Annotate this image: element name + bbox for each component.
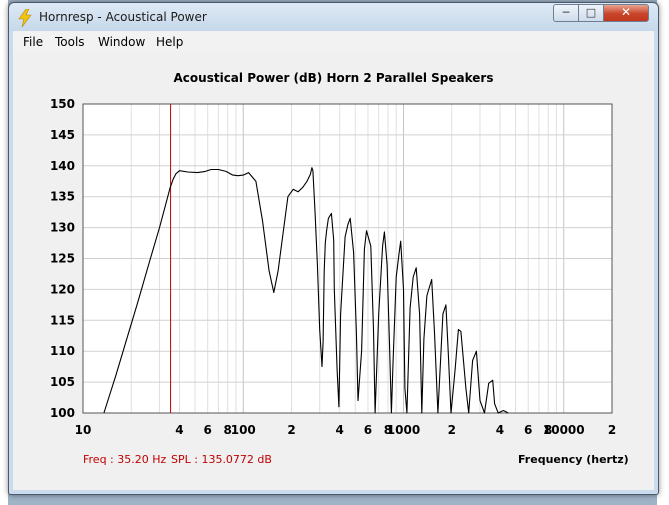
y-tick-label: 110	[50, 344, 75, 358]
y-tick-label: 150	[50, 97, 75, 111]
x-tick-label: 6	[364, 423, 372, 437]
y-tick-label: 120	[50, 282, 75, 296]
close-button[interactable]: ✕	[603, 4, 649, 22]
x-tick-label: 2	[287, 423, 295, 437]
x-tick-label: 2	[448, 423, 456, 437]
maximize-button[interactable]: □	[578, 4, 604, 22]
y-tick-label: 125	[50, 252, 75, 266]
x-tick-label: 2	[608, 423, 616, 437]
spl-readout: SPL : 135.0772 dB	[171, 453, 272, 466]
y-tick-label: 100	[50, 406, 75, 420]
title-bar[interactable]: Hornresp - Acoustical Power ─ □ ✕	[9, 3, 658, 31]
x-axis-label: Frequency (hertz)	[518, 453, 629, 466]
x-tick-label: 6	[524, 423, 532, 437]
minimize-button[interactable]: ─	[553, 4, 579, 22]
lightning-bolt-icon	[18, 9, 32, 27]
x-tick-label: 10000	[543, 423, 585, 437]
x-tick-label: 4	[496, 423, 504, 437]
y-tick-label: 105	[50, 375, 75, 389]
menu-file[interactable]: File	[23, 35, 43, 49]
y-tick-label: 130	[50, 221, 75, 235]
x-tick-label: 6	[204, 423, 212, 437]
menu-tools[interactable]: Tools	[55, 35, 85, 49]
menu-window[interactable]: Window	[98, 35, 145, 49]
chart-panel: Acoustical Power (dB) Horn 2 Parallel Sp…	[13, 53, 654, 490]
x-tick-label: 4	[336, 423, 344, 437]
y-tick-label: 145	[50, 128, 75, 142]
window-title: Hornresp - Acoustical Power	[39, 10, 207, 24]
y-tick-label: 140	[50, 159, 75, 173]
x-tick-label: 4	[175, 423, 183, 437]
acoustical-power-chart[interactable]: 15014514013513012512011511010510010 4 6 810…	[13, 53, 654, 490]
background-window-edge	[0, 0, 8, 505]
menu-bar: File Tools Window Help	[13, 31, 654, 54]
frequency-readout: Freq : 35.20 Hz	[83, 453, 167, 466]
x-tick-label: 1000	[387, 423, 420, 437]
menu-help[interactable]: Help	[156, 35, 183, 49]
x-tick-label: 10	[75, 423, 92, 437]
y-tick-label: 115	[50, 313, 75, 327]
x-tick-label: 100	[231, 423, 256, 437]
y-tick-label: 135	[50, 190, 75, 204]
hornresp-window: Hornresp - Acoustical Power ─ □ ✕ File T…	[8, 2, 659, 495]
